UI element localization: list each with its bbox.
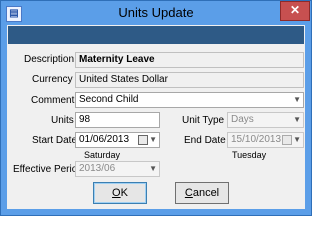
cancel-label-rest: ancel bbox=[192, 187, 220, 199]
chevron-down-icon: ▼ bbox=[149, 164, 157, 173]
calendar-icon[interactable] bbox=[138, 135, 148, 145]
calendar-icon bbox=[282, 135, 292, 145]
currency-label: Currency bbox=[32, 74, 73, 85]
end-date-weekday: Tuesday bbox=[232, 150, 267, 160]
end-date-value: 15/10/2013 bbox=[231, 134, 282, 145]
dialog-body: Description Maternity Leave Currency Uni… bbox=[7, 25, 305, 209]
description-field: Maternity Leave bbox=[75, 52, 304, 68]
cancel-button[interactable]: Cancel bbox=[175, 182, 229, 204]
currency-field: United States Dollar bbox=[75, 72, 304, 88]
window-title: Units Update bbox=[118, 5, 194, 20]
end-date-label: End Date bbox=[184, 135, 226, 146]
start-date-weekday: Saturday bbox=[84, 150, 121, 160]
header-bar bbox=[8, 26, 304, 44]
start-date-value: 01/06/2013 bbox=[79, 134, 130, 145]
chevron-down-icon[interactable]: ▼ bbox=[149, 133, 157, 147]
units-input[interactable]: 98 bbox=[75, 112, 160, 128]
units-update-window: ▤ Units Update ✕ Description Maternity L… bbox=[0, 0, 312, 216]
comment-select[interactable]: Second Child ▼ bbox=[75, 92, 304, 108]
chevron-down-icon: ▼ bbox=[293, 135, 301, 144]
ok-mnemonic: O bbox=[112, 187, 121, 199]
end-date-picker: 15/10/2013 ▼ bbox=[227, 132, 304, 148]
unit-type-select: Days ▼ bbox=[227, 112, 304, 128]
unit-type-value: Days bbox=[231, 114, 254, 125]
effective-period-label: Effective Period bbox=[13, 164, 83, 175]
description-label: Description bbox=[24, 54, 75, 65]
chevron-down-icon: ▼ bbox=[293, 115, 301, 124]
comment-label: Comment bbox=[31, 95, 75, 106]
chevron-down-icon[interactable]: ▼ bbox=[293, 93, 301, 107]
units-label: Units bbox=[51, 115, 74, 126]
ok-label-rest: K bbox=[120, 187, 128, 199]
start-date-label: Start Date bbox=[32, 135, 78, 146]
unit-type-label: Unit Type bbox=[182, 115, 225, 126]
close-button[interactable]: ✕ bbox=[280, 1, 310, 21]
title-bar[interactable]: ▤ Units Update ✕ bbox=[1, 1, 311, 25]
effective-period-select: 2013/06 ▼ bbox=[75, 161, 160, 177]
effective-period-value: 2013/06 bbox=[79, 163, 116, 174]
ok-button[interactable]: OK bbox=[93, 182, 147, 204]
cancel-mnemonic: C bbox=[184, 187, 193, 199]
comment-value: Second Child bbox=[79, 94, 139, 105]
start-date-picker[interactable]: 01/06/2013 ▼ bbox=[75, 132, 160, 148]
